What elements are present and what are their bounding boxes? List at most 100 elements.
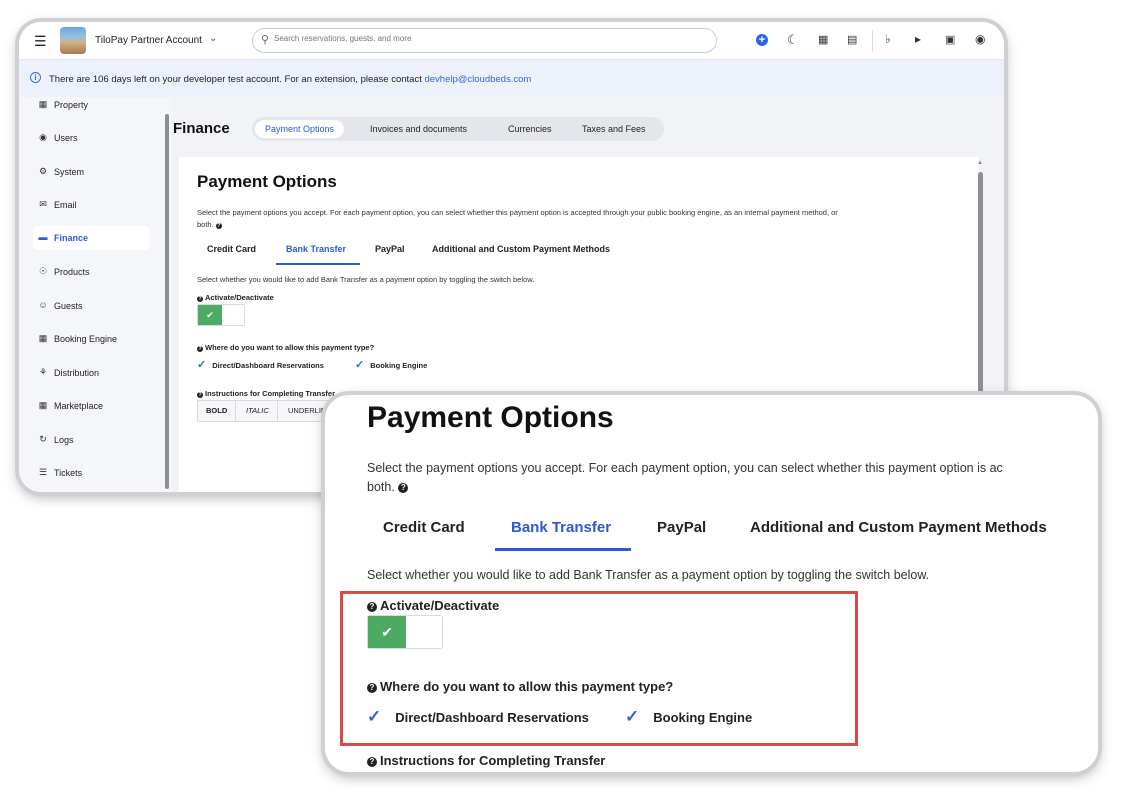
sidebar-item-finance[interactable]: ▬ Finance <box>33 226 149 250</box>
envelope-icon: ✉ <box>39 199 47 209</box>
gear-icon: ⚙ <box>38 166 48 176</box>
zoom-tab-paypal[interactable]: PayPal <box>657 519 706 536</box>
zoom-tab-credit-card[interactable]: Credit Card <box>383 519 465 536</box>
description-line-2: both. <box>197 220 214 229</box>
sidebar-item-marketplace[interactable]: ▦ Marketplace <box>33 394 149 418</box>
transfer-instructions-label: ? Instructions for Completing Transfer <box>197 389 335 398</box>
bank-transfer-instructions: Select whether you would like to add Ban… <box>197 275 535 284</box>
hamburger-menu-icon[interactable]: ☰ <box>34 33 47 50</box>
scroll-up-icon[interactable]: ▲ <box>977 160 983 166</box>
check-icon: ✔ <box>198 305 222 325</box>
checkmark-icon: ✓ <box>625 707 640 726</box>
tab-paypal[interactable]: PayPal <box>375 244 405 254</box>
property-icon: ▦ <box>38 99 48 109</box>
help-icon[interactable]: ? <box>197 392 203 398</box>
search-box[interactable]: ⚲ <box>252 28 717 53</box>
sidebar-item-label: Guests <box>54 301 83 311</box>
sidebar-item-tickets[interactable]: ☰ Tickets <box>33 461 149 485</box>
section-title: Payment Options <box>197 172 337 191</box>
property-logo[interactable] <box>60 27 86 54</box>
bell-icon[interactable]: ♭ <box>885 32 891 46</box>
bold-button[interactable]: BOLD <box>198 401 237 421</box>
help-icon[interactable]: ? <box>197 346 203 352</box>
italic-button[interactable]: ITALIC <box>238 401 278 421</box>
calendar-icon[interactable]: ▦ <box>818 33 828 46</box>
zoom-tab-bank-transfer[interactable]: Bank Transfer <box>511 519 611 536</box>
activate-label-text: Activate/Deactivate <box>205 293 274 302</box>
banner-message: There are 106 days left on your develope… <box>49 74 422 85</box>
network-icon: ⚘ <box>38 367 48 377</box>
checkbox-label: Direct/Dashboard Reservations <box>212 361 324 370</box>
tab-bank-transfer[interactable]: Bank Transfer <box>286 244 346 254</box>
zoom-checkbox-booking-engine[interactable]: ✓ Booking Engine <box>625 707 752 727</box>
checkbox-booking-engine[interactable]: ✓ Booking Engine <box>355 358 427 371</box>
sidebar-item-email[interactable]: ✉ Email <box>33 193 149 217</box>
zoom-description-line-1: Select the payment options you accept. F… <box>367 461 1003 475</box>
help-icon[interactable]: ? <box>215 223 222 229</box>
sidebar-item-label: Distribution <box>54 368 100 378</box>
user-icon: ◉ <box>39 132 47 142</box>
zoom-tab-additional-custom-methods[interactable]: Additional and Custom Payment Methods <box>750 519 1047 536</box>
sidebar-item-label: Users <box>54 133 78 143</box>
zoom-activate-label-text: Activate/Deactivate <box>380 598 500 613</box>
help-icon[interactable]: ? <box>367 683 377 693</box>
sidebar-item-booking-engine[interactable]: ▦ Booking Engine <box>33 327 149 351</box>
activate-label: ? Activate/Deactivate <box>197 293 274 302</box>
sidebar-item-label: Finance <box>54 233 89 243</box>
sidebar-item-logs[interactable]: ↻ Logs <box>33 428 149 452</box>
help-icon[interactable]: ? <box>367 602 377 612</box>
help-icon[interactable]: ? <box>398 483 409 493</box>
account-name[interactable]: TiloPay Partner Account <box>95 35 202 46</box>
tab-currencies[interactable]: Currencies <box>498 120 562 138</box>
sidebar-scrollbar[interactable] <box>164 102 170 492</box>
sidebar-scrollbar-thumb[interactable] <box>165 114 169 489</box>
zoom-transfer-instructions-label: ? Instructions for Completing Transfer <box>367 753 605 768</box>
sidebar-item-products[interactable]: ☉ Products <box>33 260 149 284</box>
tab-additional-custom-methods[interactable]: Additional and Custom Payment Methods <box>432 244 610 254</box>
sidebar-item-label: Property <box>54 100 89 110</box>
search-input[interactable] <box>274 34 704 43</box>
inbox-icon[interactable]: ▣ <box>945 33 955 46</box>
tab-payment-options[interactable]: Payment Options <box>255 120 345 138</box>
zoom-payment-type-label-text: Where do you want to allow this payment … <box>380 679 674 694</box>
sidebar-item-guests[interactable]: ☺ Guests <box>33 294 149 318</box>
sidebar-item-label: Tickets <box>54 468 83 478</box>
sidebar-item-distribution[interactable]: ⚘ Distribution <box>33 361 149 385</box>
user-profile-icon[interactable]: ◉ <box>975 32 985 46</box>
content-scrollbar-thumb[interactable] <box>978 172 983 408</box>
zoom-activate-label: ? Activate/Deactivate <box>367 598 499 613</box>
sidebar-item-label: Products <box>54 267 90 277</box>
bed-icon[interactable]: ▤ <box>847 33 857 46</box>
zoomed-detail-panel: Payment Options Select the payment optio… <box>325 395 1098 772</box>
chevron-down-icon[interactable]: ⌄ <box>209 33 217 44</box>
sidebar-item-users[interactable]: ◉ Users <box>33 126 149 150</box>
sidebar: ▦ Property ◉ Users ⚙ System ✉ Email ▬ Finance… <box>19 97 171 492</box>
description-line-1: Select the payment options you accept. F… <box>197 208 838 217</box>
finance-tabs: Payment Options Invoices and documents C… <box>252 117 664 141</box>
checkmark-icon: ✓ <box>197 359 207 371</box>
transfer-instructions-label-text: Instructions for Completing Transfer <box>205 389 336 398</box>
tab-credit-card[interactable]: Credit Card <box>207 244 256 254</box>
checkmark-icon: ✓ <box>367 707 382 726</box>
sidebar-item-label: Logs <box>54 435 74 445</box>
help-icon[interactable]: ? <box>367 757 377 767</box>
checkbox-direct-dashboard[interactable]: ✓ Direct/Dashboard Reservations <box>197 358 324 371</box>
check-icon: ✔ <box>368 616 406 648</box>
help-icon[interactable]: ? <box>197 296 203 302</box>
tab-invoices-and-documents[interactable]: Invoices and documents <box>360 120 477 138</box>
zoom-activate-toggle[interactable]: ✔ <box>367 615 443 649</box>
moon-icon[interactable]: ☾ <box>787 32 799 48</box>
payment-type-label: ? Where do you want to allow this payment… <box>197 343 374 352</box>
checkbox-label: Direct/Dashboard Reservations <box>395 710 589 725</box>
tab-taxes-and-fees[interactable]: Taxes and Fees <box>572 120 656 138</box>
megaphone-icon[interactable]: ▸ <box>915 32 921 46</box>
zoom-checkbox-direct-dashboard[interactable]: ✓ Direct/Dashboard Reservations <box>367 707 589 727</box>
activate-toggle[interactable]: ✔ <box>197 304 245 326</box>
sidebar-item-property[interactable]: ▦ Property <box>33 93 149 117</box>
zoom-section-description: Select the payment options you accept. F… <box>367 459 1098 497</box>
sidebar-item-system[interactable]: ⚙ System <box>33 160 149 184</box>
sidebar-item-label: Email <box>54 200 77 210</box>
add-icon[interactable]: + <box>756 34 768 46</box>
sidebar-item-label: System <box>54 167 85 177</box>
support-email-link[interactable]: devhelp@cloudbeds.com <box>424 74 531 85</box>
